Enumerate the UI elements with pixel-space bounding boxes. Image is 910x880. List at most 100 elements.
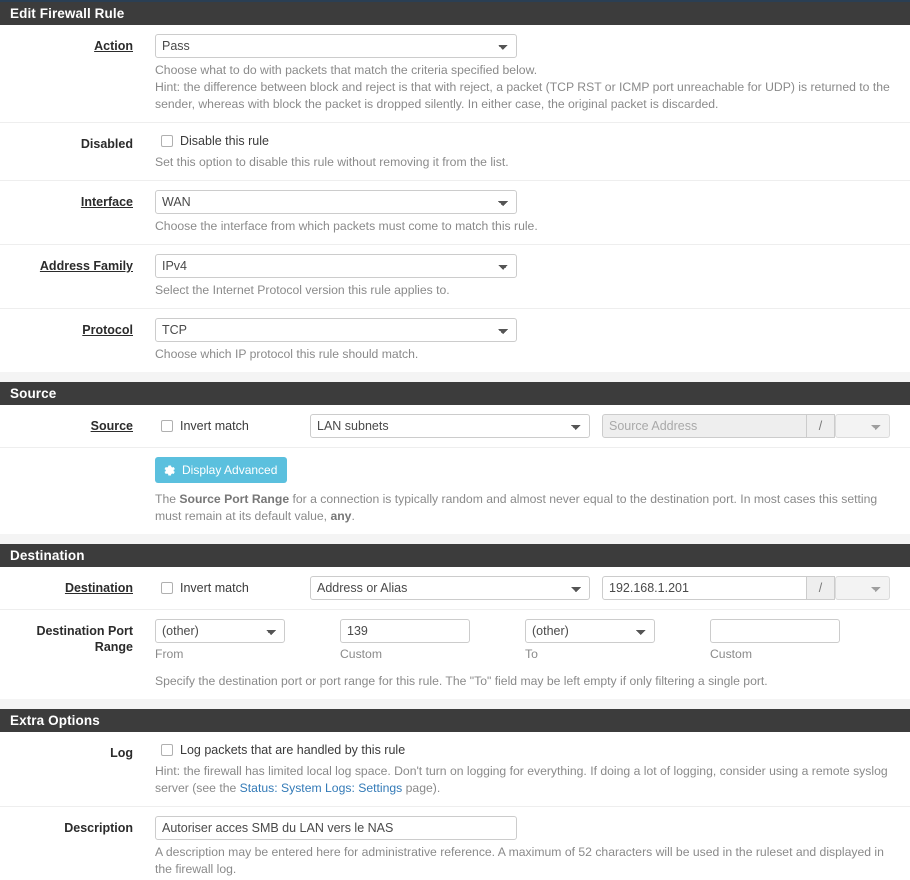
description-help: A description may be entered here for ad… (155, 845, 884, 876)
destination-invert-checkbox[interactable] (161, 582, 173, 594)
row-disabled: Disabled Disable this rule Set this opti… (0, 123, 910, 181)
address-family-help: Select the Internet Protocol version thi… (155, 283, 450, 297)
row-destination: Destination Invert match Address or Alia… (0, 567, 910, 610)
interface-help: Choose the interface from which packets … (155, 219, 538, 233)
destination-invert-wrap[interactable]: Invert match (155, 581, 310, 595)
destination-type-select[interactable]: Address or Alias (310, 576, 590, 600)
source-display-advanced-button[interactable]: Display Advanced (155, 457, 288, 483)
field-destination: Invert match Address or Alias / (133, 576, 910, 600)
field-protocol: TCP Choose which IP protocol this rule s… (133, 318, 910, 363)
section-gap-3 (0, 699, 910, 709)
panel-title-destination: Destination (0, 544, 910, 567)
port-from-select[interactable]: (other) (155, 619, 285, 643)
destination-slash-separator: / (807, 576, 835, 600)
source-invert-checkbox[interactable] (161, 420, 173, 432)
extra-options-panel: Extra Options Log Log packets that are h… (0, 709, 910, 880)
field-interface: WAN Choose the interface from which pack… (133, 190, 910, 235)
panel-title-edit-firewall-rule: Edit Firewall Rule (0, 2, 910, 25)
label-interface: Interface (80, 195, 133, 209)
log-checkbox-wrap[interactable]: Log packets that are handled by this rul… (155, 741, 910, 759)
field-source: Invert match LAN subnets / (133, 414, 910, 438)
field-source-advanced: Display Advanced The Source Port Range f… (133, 457, 910, 525)
log-help: Hint: the firewall has limited local log… (155, 763, 890, 797)
row-protocol: Protocol TCP Choose which IP protocol th… (0, 309, 910, 372)
row-action: Action Pass Choose what to do with packe… (0, 25, 910, 123)
field-action: Pass Choose what to do with packets that… (133, 34, 910, 113)
protocol-select[interactable]: TCP (155, 318, 517, 342)
gear-icon (163, 464, 176, 477)
destination-controls: Invert match Address or Alias / (155, 576, 910, 600)
port-from-custom-input[interactable] (340, 619, 470, 643)
row-source-advanced: Display Advanced The Source Port Range f… (0, 448, 910, 534)
disable-rule-checkbox-label: Disable this rule (180, 134, 269, 148)
label-description: Description (64, 821, 133, 835)
edit-firewall-rule-body: Action Pass Choose what to do with packe… (0, 25, 910, 372)
source-help-bold-port-range: Source Port Range (179, 492, 290, 506)
interface-select[interactable]: WAN (155, 190, 517, 214)
port-to-col: (other) To (525, 619, 655, 661)
source-address-input[interactable] (602, 414, 807, 438)
destination-port-range-help: Specify the destination port or port ran… (155, 674, 768, 688)
label-source: Source (90, 419, 133, 433)
field-destination-port-range: (other) From Custom (other) To (133, 619, 910, 690)
action-help-line1: Choose what to do with packets that matc… (155, 63, 538, 77)
firewall-rule-edit-page: Edit Firewall Rule Action Pass Choose wh… (0, 0, 910, 880)
source-mask-select[interactable] (835, 414, 890, 438)
field-log: Log packets that are handled by this rul… (133, 741, 910, 797)
disable-rule-checkbox[interactable] (161, 135, 173, 147)
port-from-custom-col: Custom (340, 619, 470, 661)
description-input[interactable] (155, 816, 517, 840)
log-packets-checkbox-label: Log packets that are handled by this rul… (180, 743, 406, 757)
disabled-help: Set this option to disable this rule wit… (155, 155, 509, 169)
port-to-custom-col: Custom (710, 619, 840, 661)
section-gap-2 (0, 534, 910, 544)
row-log: Log Log packets that are handled by this… (0, 732, 910, 807)
source-invert-wrap[interactable]: Invert match (155, 419, 310, 433)
source-type-select[interactable]: LAN subnets (310, 414, 590, 438)
label-address-family: Address Family (39, 259, 133, 273)
port-range-controls: (other) From Custom (other) To (155, 619, 910, 661)
port-from-custom-caption: Custom (340, 647, 382, 661)
source-invert-label: Invert match (180, 419, 249, 433)
label-protocol: Protocol (82, 323, 133, 337)
source-help-bold-any: any (330, 509, 352, 523)
section-gap-1 (0, 372, 910, 382)
label-destination-port-range: Destination Port Range (36, 624, 133, 654)
source-slash-separator: / (807, 414, 835, 438)
row-description: Description A description may be entered… (0, 807, 910, 880)
source-port-range-help: The Source Port Range for a connection i… (155, 491, 890, 525)
field-disabled: Disable this rule Set this option to dis… (133, 132, 910, 171)
row-destination-port-range: Destination Port Range (other) From Cust… (0, 610, 910, 699)
log-packets-checkbox[interactable] (161, 744, 173, 756)
port-to-custom-caption: Custom (710, 647, 752, 661)
port-from-col: (other) From (155, 619, 285, 661)
port-to-caption: To (525, 647, 538, 661)
disable-rule-checkbox-wrap[interactable]: Disable this rule (155, 132, 910, 150)
action-select[interactable]: Pass (155, 34, 517, 58)
source-help-post: . (351, 509, 355, 523)
system-logs-settings-link[interactable]: Status: System Logs: Settings (240, 781, 403, 795)
panel-title-source: Source (0, 382, 910, 405)
label-source-advanced-spacer (0, 457, 133, 461)
protocol-help: Choose which IP protocol this rule shoul… (155, 347, 419, 361)
port-to-select[interactable]: (other) (525, 619, 655, 643)
destination-mask-select[interactable] (835, 576, 890, 600)
field-description: A description may be entered here for ad… (133, 816, 910, 878)
destination-address-group: / (602, 576, 890, 600)
source-address-group: / (602, 414, 890, 438)
destination-address-input[interactable] (602, 576, 807, 600)
edit-firewall-rule-panel: Edit Firewall Rule Action Pass Choose wh… (0, 2, 910, 372)
address-family-select[interactable]: IPv4 (155, 254, 517, 278)
source-help-pre: The (155, 492, 180, 506)
label-action: Action (94, 39, 133, 53)
port-to-custom-input[interactable] (710, 619, 840, 643)
source-controls: Invert match LAN subnets / (155, 414, 910, 438)
source-display-advanced-label: Display Advanced (182, 463, 278, 477)
port-from-caption: From (155, 647, 184, 661)
row-source: Source Invert match LAN subnets / (0, 405, 910, 448)
row-interface: Interface WAN Choose the interface from … (0, 181, 910, 245)
label-disabled: Disabled (80, 137, 133, 151)
label-destination: Destination (64, 581, 133, 595)
action-help-line2: Hint: the difference between block and r… (155, 80, 890, 111)
panel-title-extra-options: Extra Options (0, 709, 910, 732)
